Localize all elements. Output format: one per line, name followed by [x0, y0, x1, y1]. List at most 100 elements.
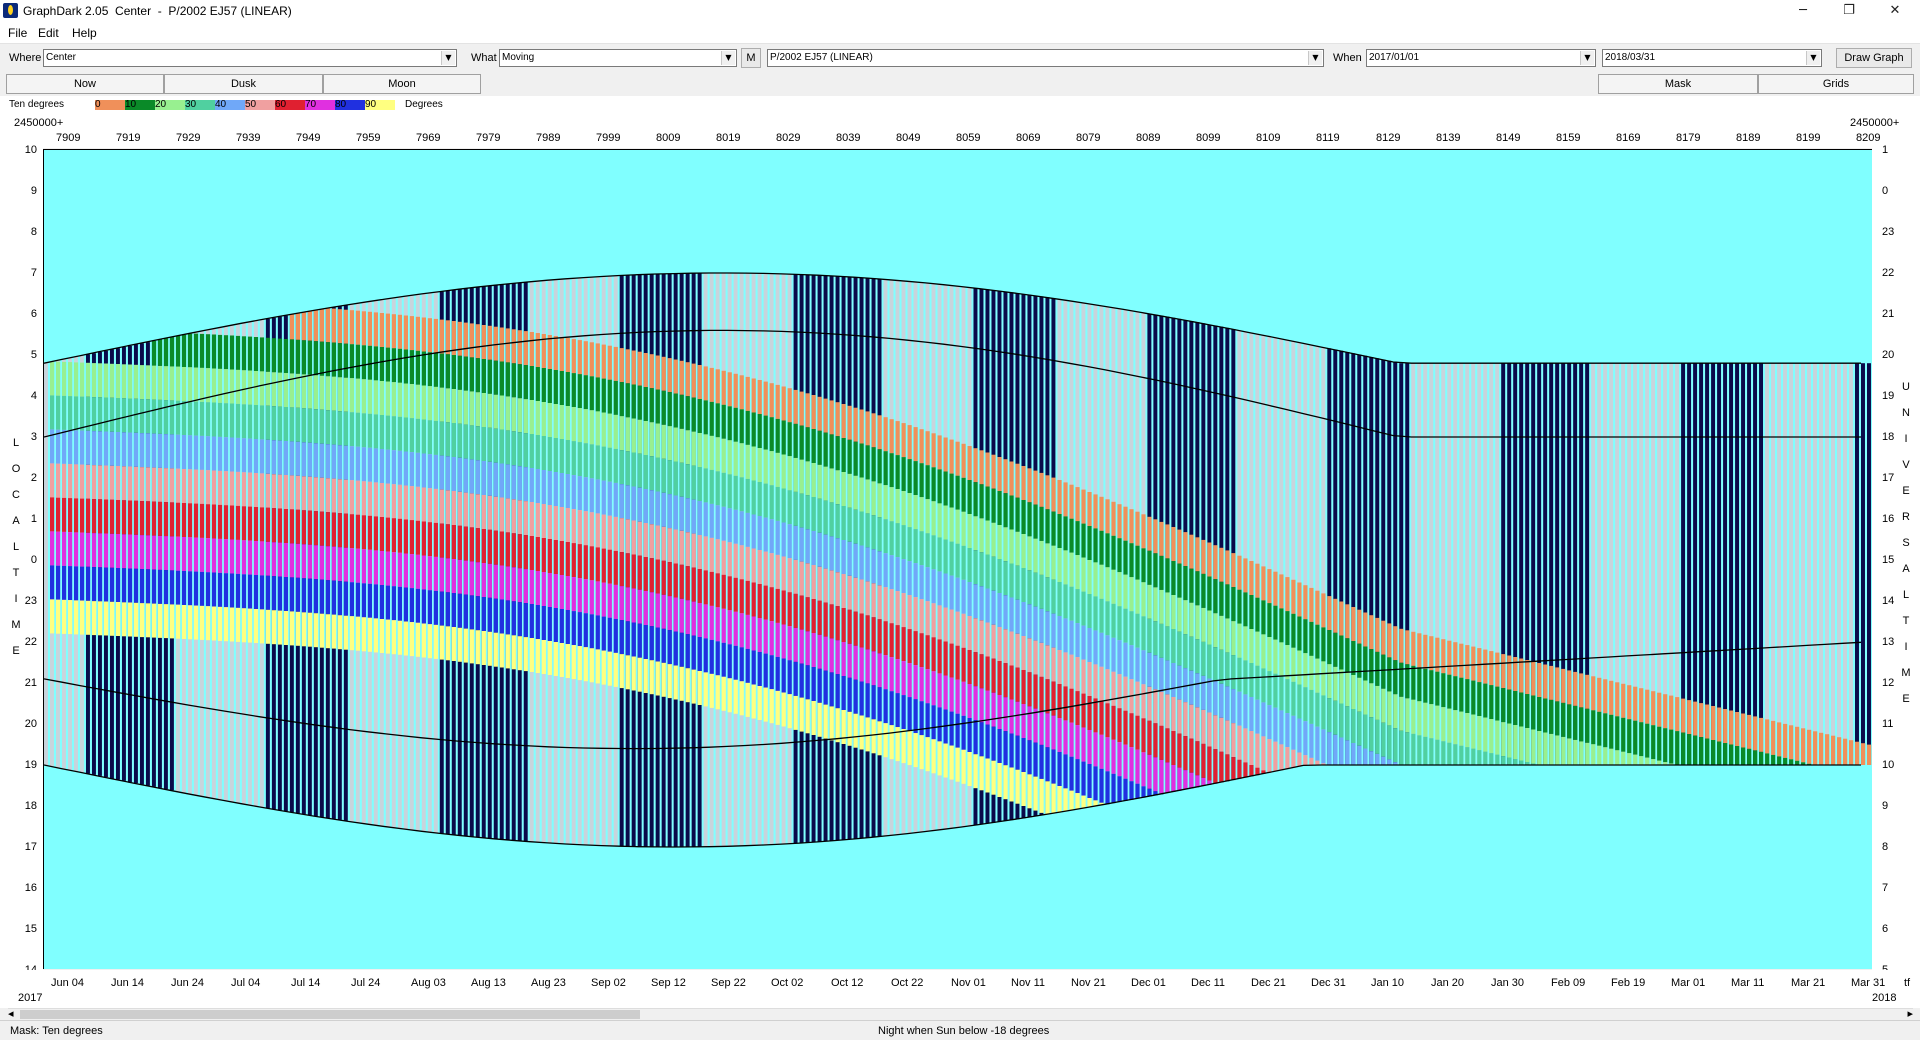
altitude-band [757, 482, 762, 516]
altitude-band [1243, 762, 1248, 778]
altitude-band [601, 582, 606, 617]
altitude-band [619, 348, 624, 383]
scroll-left-arrow[interactable]: ◂ [8, 1007, 14, 1020]
tab-now[interactable]: Now [6, 74, 164, 94]
menu-help[interactable]: Help [72, 26, 97, 40]
altitude-band [703, 366, 708, 401]
altitude-band [1057, 582, 1062, 616]
altitude-band [901, 559, 906, 594]
when-end-combo[interactable]: 2018/03/31 ▼ [1602, 49, 1822, 67]
altitude-band [313, 341, 319, 376]
altitude-band [997, 457, 1002, 491]
altitude-band [985, 588, 990, 623]
altitude-band [301, 578, 307, 613]
altitude-band [517, 636, 522, 671]
altitude-band [541, 368, 546, 402]
day-column [1747, 363, 1752, 765]
altitude-band [157, 467, 163, 502]
altitude-band [397, 314, 403, 349]
chevron-down-icon[interactable]: ▼ [1308, 51, 1322, 65]
altitude-band [577, 476, 582, 511]
date-tick-label: Dec 21 [1251, 977, 1286, 989]
altitude-band [139, 467, 145, 502]
altitude-band [1759, 717, 1764, 752]
altitude-band [1417, 701, 1422, 736]
altitude-band [1183, 702, 1188, 737]
altitude-band [1615, 682, 1620, 717]
altitude-band [1297, 582, 1302, 617]
altitude-band [565, 610, 570, 644]
altitude-band [421, 487, 426, 522]
altitude-band [1561, 702, 1566, 737]
draw-graph-button[interactable]: Draw Graph [1836, 48, 1912, 68]
chevron-down-icon[interactable]: ▼ [721, 51, 735, 65]
altitude-band [1117, 538, 1122, 573]
date-tick-label: Dec 01 [1131, 977, 1166, 989]
altitude-band [1105, 635, 1110, 670]
altitude-band [1033, 776, 1038, 811]
altitude-band [835, 538, 840, 573]
altitude-band [631, 418, 636, 453]
altitude-band [1039, 506, 1044, 541]
altitude-band [607, 651, 612, 686]
altitude-band [625, 485, 630, 520]
altitude-band [589, 546, 594, 581]
altitude-band [931, 569, 936, 604]
close-button[interactable]: ✕ [1872, 0, 1918, 22]
object-combo[interactable]: P/2002 EJ57 (LINEAR) ▼ [767, 49, 1324, 67]
altitude-band [757, 414, 762, 448]
altitude-band [103, 363, 109, 398]
chevron-down-icon[interactable]: ▼ [1580, 51, 1594, 65]
altitude-band [205, 538, 211, 573]
altitude-band [709, 571, 714, 606]
ut-tick-label: 11 [1882, 718, 1894, 730]
altitude-band [937, 537, 942, 572]
altitude-band [1567, 704, 1572, 739]
where-combo[interactable]: Center ▼ [43, 49, 457, 67]
altitude-band [739, 647, 744, 682]
altitude-band [1159, 555, 1164, 590]
chevron-down-icon[interactable]: ▼ [1806, 51, 1820, 65]
what-combo[interactable]: Moving ▼ [499, 49, 737, 67]
altitude-band [259, 575, 265, 610]
altitude-band [535, 435, 540, 469]
altitude-band [85, 498, 91, 533]
m-button[interactable]: M [741, 48, 761, 68]
menu-edit[interactable]: Edit [38, 26, 59, 40]
ut-tick-label: 18 [1882, 431, 1895, 443]
altitude-band [1153, 621, 1158, 656]
altitude-band [547, 607, 552, 641]
altitude-band [235, 437, 241, 472]
altitude-band [631, 554, 636, 589]
altitude-band [373, 312, 379, 347]
ut-title-letter: V [1902, 459, 1910, 471]
scroll-thumb[interactable] [20, 1010, 640, 1019]
scroll-right-arrow[interactable]: ▸ [1907, 1007, 1913, 1020]
altitude-band [505, 566, 510, 601]
altitude-band [1741, 747, 1746, 765]
tab-mask[interactable]: Mask [1598, 74, 1758, 94]
tab-dusk[interactable]: Dusk [164, 74, 323, 94]
altitude-band [439, 489, 444, 524]
date-tick-label: Sep 22 [711, 977, 746, 989]
altitude-band [559, 337, 564, 371]
minimize-button[interactable]: ─ [1780, 0, 1826, 22]
date-tick-label: Mar 11 [1731, 977, 1765, 989]
altitude-band [757, 584, 762, 618]
when-start-combo[interactable]: 2017/01/01 ▼ [1366, 49, 1596, 67]
restore-button[interactable]: ❐ [1826, 0, 1872, 22]
altitude-band [1237, 657, 1242, 692]
chevron-down-icon[interactable]: ▼ [441, 51, 455, 65]
altitude-band [979, 518, 984, 553]
menu-file[interactable]: File [8, 26, 27, 40]
altitude-band [1039, 642, 1044, 677]
altitude-band [1345, 740, 1350, 765]
altitude-band [277, 610, 283, 645]
horizontal-scrollbar[interactable]: ◂ ▸ [8, 1008, 1913, 1020]
tab-moon[interactable]: Moon [323, 74, 481, 94]
altitude-band [511, 635, 516, 670]
altitude-band [1375, 753, 1380, 765]
altitude-band [889, 657, 894, 692]
tab-grids[interactable]: Grids [1758, 74, 1914, 94]
visibility-graph[interactable] [43, 149, 1872, 969]
